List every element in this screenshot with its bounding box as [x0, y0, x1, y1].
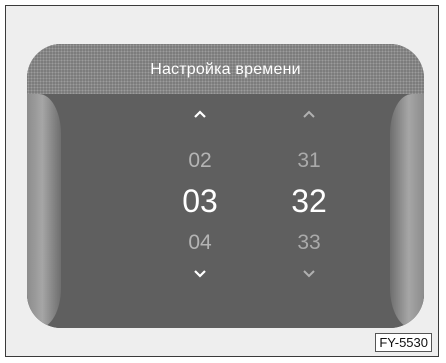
chevron-up-icon	[303, 110, 315, 118]
hours-down-button[interactable]	[160, 269, 240, 283]
minutes-current-value[interactable]: 32	[269, 183, 349, 220]
right-bezel	[390, 94, 424, 328]
hours-current-value[interactable]: 03	[160, 183, 240, 220]
chevron-up-icon	[194, 110, 206, 118]
hours-next-value: 04	[188, 231, 212, 254]
hours-column[interactable]: 02 03 04	[160, 94, 240, 328]
time-picker: 02 03 04 31 32 33	[27, 94, 424, 328]
screen-title: Настройка времени	[150, 61, 301, 78]
minutes-up-button[interactable]	[269, 109, 349, 123]
screen-header: Настройка времени	[27, 44, 424, 94]
minutes-next-value: 33	[297, 231, 321, 254]
minutes-prev-value: 31	[297, 149, 321, 172]
time-setting-screen: Настройка времени 02 03 04 31 32 33	[27, 44, 424, 328]
minutes-column[interactable]: 31 32 33	[269, 94, 349, 328]
hours-up-button[interactable]	[160, 109, 240, 123]
figure-id-label: FY-5530	[375, 333, 432, 352]
chevron-down-icon	[194, 270, 206, 278]
minutes-down-button[interactable]	[269, 269, 349, 283]
picker-panel: 02 03 04 31 32 33	[61, 94, 390, 328]
left-bezel	[27, 94, 61, 328]
figure-frame: Настройка времени 02 03 04 31 32 33 FY-5…	[5, 5, 439, 357]
hours-prev-value: 02	[188, 149, 212, 172]
chevron-down-icon	[303, 270, 315, 278]
